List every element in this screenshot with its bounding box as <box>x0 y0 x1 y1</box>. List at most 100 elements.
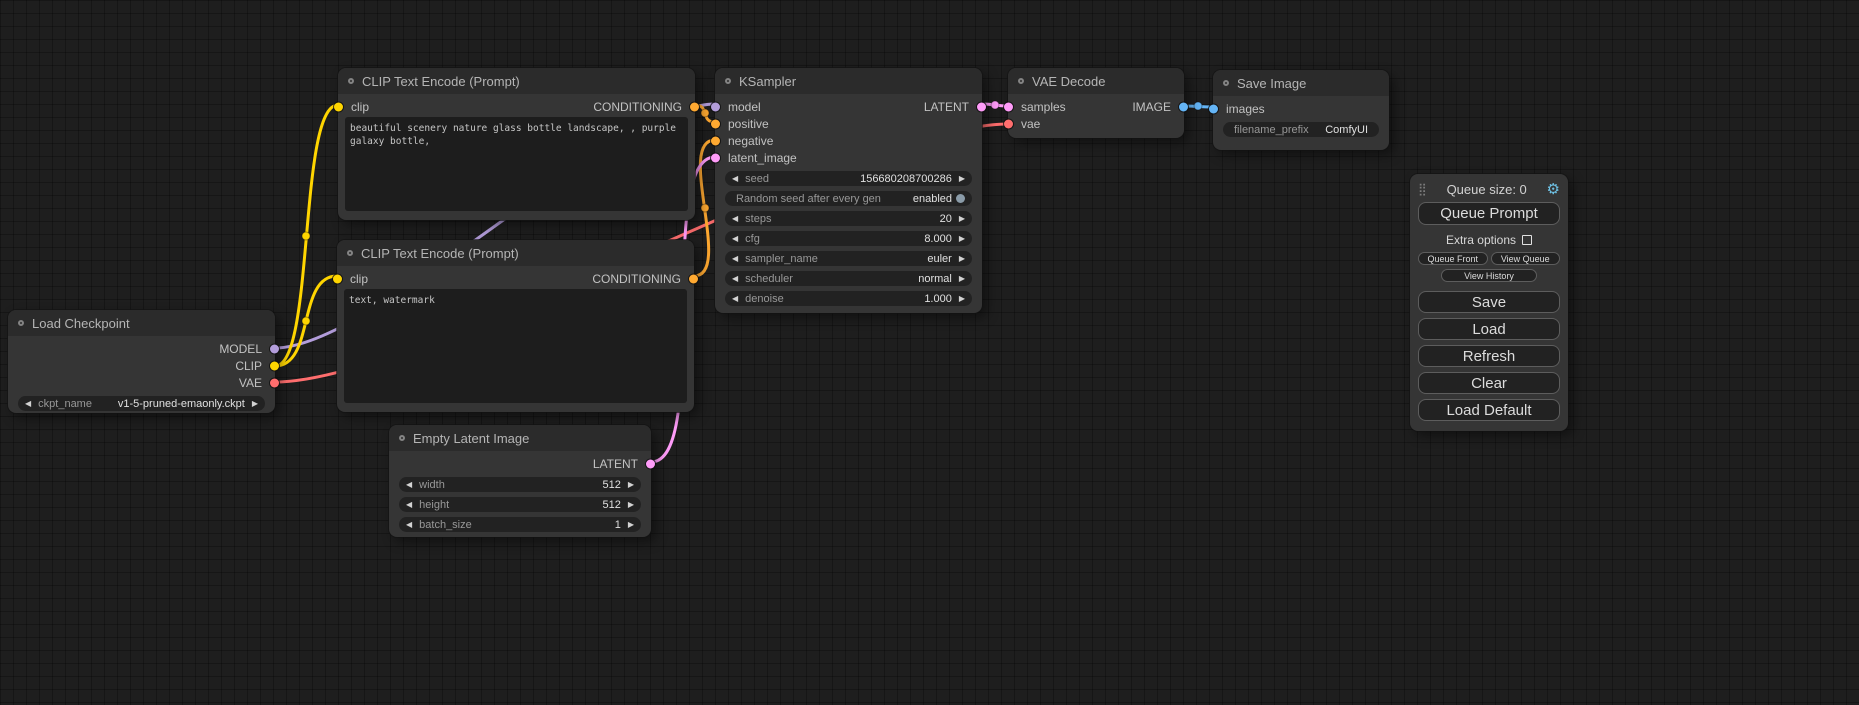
link-midpoint-dot[interactable] <box>991 101 999 109</box>
ckpt-name-widget[interactable]: ◀ ckpt_name v1-5-pruned-emaonly.ckpt ▶ <box>18 396 265 411</box>
link-midpoint-dot[interactable] <box>302 317 310 325</box>
node-titlebar[interactable]: CLIP Text Encode (Prompt) <box>337 240 694 266</box>
node-graph-canvas[interactable]: Load Checkpoint MODEL CLIP VAE ◀ ckpt_na… <box>0 0 1859 705</box>
toggle-indicator-icon[interactable] <box>956 194 965 203</box>
decrement-arrow-icon[interactable]: ◀ <box>732 235 738 243</box>
sampler-name-widget[interactable]: ◀ sampler_name euler ▶ <box>725 251 972 266</box>
settings-gear-icon[interactable]: ⚙ <box>1547 182 1560 197</box>
scheduler-widget[interactable]: ◀ scheduler normal ▶ <box>725 271 972 286</box>
vae-input-port[interactable] <box>1004 119 1013 128</box>
increment-arrow-icon[interactable]: ▶ <box>959 255 965 263</box>
increment-arrow-icon[interactable]: ▶ <box>959 295 965 303</box>
widget-value: 156680208700286 <box>860 173 952 185</box>
clip-input-port[interactable] <box>334 102 343 111</box>
conditioning-output-port[interactable] <box>689 274 698 283</box>
slot-row-negative: negative <box>715 132 982 149</box>
increment-arrow-icon[interactable]: ▶ <box>959 175 965 183</box>
vae-output-port[interactable] <box>270 378 279 387</box>
view-history-button[interactable]: View History <box>1441 269 1537 282</box>
node-clip-text-encode-positive: CLIP Text Encode (Prompt) clip CONDITION… <box>338 68 695 220</box>
input-label-positive: positive <box>728 117 769 131</box>
samples-input-port[interactable] <box>1004 102 1013 111</box>
width-widget[interactable]: ◀ width 512 ▶ <box>399 477 641 492</box>
collapse-dot-icon[interactable] <box>1018 78 1024 84</box>
slot-row-clip: CLIP <box>8 357 275 374</box>
drag-handle-icon[interactable]: ⣿ <box>1418 182 1427 196</box>
conditioning-output-port[interactable] <box>690 102 699 111</box>
widget-name: width <box>419 479 445 491</box>
load-default-button[interactable]: Load Default <box>1418 399 1560 421</box>
link-midpoint-dot[interactable] <box>701 109 709 117</box>
filename-prefix-widget[interactable]: filename_prefix ComfyUI <box>1223 122 1379 137</box>
collapse-dot-icon[interactable] <box>399 435 405 441</box>
queue-front-button[interactable]: Queue Front <box>1418 252 1488 265</box>
slot-row-model-latent: model LATENT <box>715 98 982 115</box>
decrement-arrow-icon[interactable]: ◀ <box>732 275 738 283</box>
seed-widget[interactable]: ◀ seed 156680208700286 ▶ <box>725 171 972 186</box>
height-widget[interactable]: ◀ height 512 ▶ <box>399 497 641 512</box>
collapse-dot-icon[interactable] <box>18 320 24 326</box>
refresh-button[interactable]: Refresh <box>1418 345 1560 367</box>
collapse-dot-icon[interactable] <box>347 250 353 256</box>
node-titlebar[interactable]: Save Image <box>1213 70 1389 96</box>
increment-arrow-icon[interactable]: ▶ <box>628 481 634 489</box>
positive-input-port[interactable] <box>711 119 720 128</box>
output-label-vae: VAE <box>239 376 262 390</box>
decrement-arrow-icon[interactable]: ◀ <box>732 175 738 183</box>
prompt-text-field[interactable]: beautiful scenery nature glass bottle la… <box>345 117 688 211</box>
model-output-port[interactable] <box>270 344 279 353</box>
clear-button[interactable]: Clear <box>1418 372 1560 394</box>
increment-arrow-icon[interactable]: ▶ <box>959 275 965 283</box>
node-titlebar[interactable]: Empty Latent Image <box>389 425 651 451</box>
extra-options-checkbox[interactable] <box>1522 235 1532 245</box>
prompt-text-field[interactable]: text, watermark <box>344 289 687 403</box>
decrement-arrow-icon[interactable]: ◀ <box>732 215 738 223</box>
negative-input-port[interactable] <box>711 136 720 145</box>
increment-arrow-icon[interactable]: ▶ <box>959 235 965 243</box>
link-midpoint-dot[interactable] <box>302 232 310 240</box>
collapse-dot-icon[interactable] <box>1223 80 1229 86</box>
input-label-latent-image: latent_image <box>728 151 797 165</box>
model-input-port[interactable] <box>711 102 720 111</box>
extra-options-label: Extra options <box>1446 233 1516 247</box>
save-button[interactable]: Save <box>1418 291 1560 313</box>
latent-output-port[interactable] <box>646 459 655 468</box>
link-midpoint-dot[interactable] <box>1194 102 1202 110</box>
latent-image-input-port[interactable] <box>711 153 720 162</box>
collapse-dot-icon[interactable] <box>348 78 354 84</box>
widget-value: 1.000 <box>924 293 952 305</box>
random-seed-toggle-widget[interactable]: Random seed after every gen enabled <box>725 191 972 206</box>
decrement-arrow-icon[interactable]: ◀ <box>406 501 412 509</box>
queue-prompt-button[interactable]: Queue Prompt <box>1418 202 1560 225</box>
clip-input-port[interactable] <box>333 274 342 283</box>
load-button[interactable]: Load <box>1418 318 1560 340</box>
decrement-arrow-icon[interactable]: ◀ <box>732 255 738 263</box>
node-titlebar[interactable]: Load Checkpoint <box>8 310 275 336</box>
node-titlebar[interactable]: KSampler <box>715 68 982 94</box>
output-label-image: IMAGE <box>1132 100 1171 114</box>
increment-arrow-icon[interactable]: ▶ <box>252 400 258 408</box>
collapse-dot-icon[interactable] <box>725 78 731 84</box>
view-queue-button[interactable]: View Queue <box>1491 252 1561 265</box>
node-title: CLIP Text Encode (Prompt) <box>361 246 519 261</box>
increment-arrow-icon[interactable]: ▶ <box>628 521 634 529</box>
latent-output-port[interactable] <box>977 102 986 111</box>
cfg-widget[interactable]: ◀ cfg 8.000 ▶ <box>725 231 972 246</box>
increment-arrow-icon[interactable]: ▶ <box>959 215 965 223</box>
increment-arrow-icon[interactable]: ▶ <box>628 501 634 509</box>
decrement-arrow-icon[interactable]: ◀ <box>406 481 412 489</box>
decrement-arrow-icon[interactable]: ◀ <box>406 521 412 529</box>
slot-row-positive: positive <box>715 115 982 132</box>
steps-widget[interactable]: ◀ steps 20 ▶ <box>725 211 972 226</box>
clip-output-port[interactable] <box>270 361 279 370</box>
output-label-conditioning: CONDITIONING <box>593 100 682 114</box>
node-titlebar[interactable]: CLIP Text Encode (Prompt) <box>338 68 695 94</box>
node-titlebar[interactable]: VAE Decode <box>1008 68 1184 94</box>
batch-size-widget[interactable]: ◀ batch_size 1 ▶ <box>399 517 641 532</box>
link-midpoint-dot[interactable] <box>701 204 709 212</box>
decrement-arrow-icon[interactable]: ◀ <box>25 400 31 408</box>
images-input-port[interactable] <box>1209 104 1218 113</box>
image-output-port[interactable] <box>1179 102 1188 111</box>
decrement-arrow-icon[interactable]: ◀ <box>732 295 738 303</box>
denoise-widget[interactable]: ◀ denoise 1.000 ▶ <box>725 291 972 306</box>
